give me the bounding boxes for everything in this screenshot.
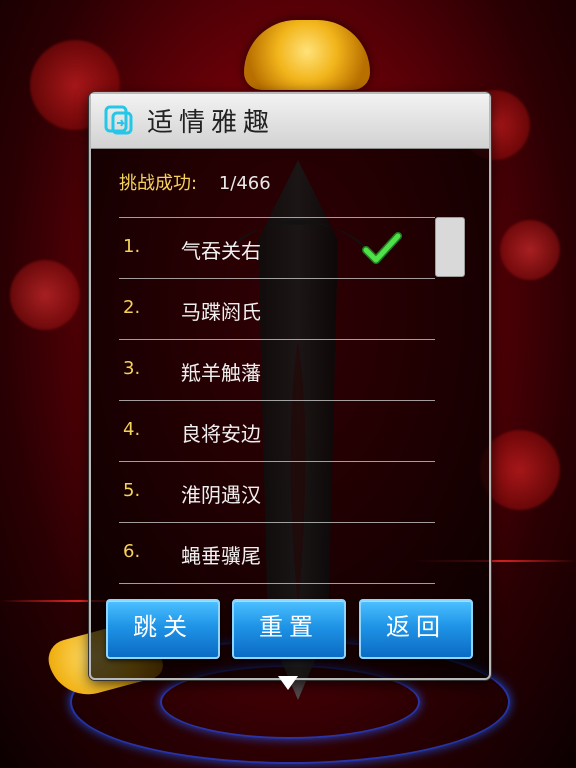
level-row[interactable]: 3. 羝羊触藩 [119,339,435,400]
level-index: 3. [123,358,141,379]
dialog-titlebar: 适情雅趣 [91,94,489,149]
level-name: 淮阴遇汉 [181,483,261,507]
skip-level-button[interactable]: 跳关 [106,599,220,659]
bokeh-light [480,430,560,510]
dialog-logo-icon [104,105,133,135]
scrollbar-thumb[interactable] [435,217,465,277]
level-index: 2. [123,297,141,318]
level-select-dialog: 适情雅趣 挑战成功: 1/466 1. 气吞关右 2. 马蹀阏氏 3. 羝羊触藩… [89,92,491,680]
back-button[interactable]: 返回 [359,599,473,659]
checkmark-icon [362,232,402,264]
level-row[interactable]: 5. 淮阴遇汉 [119,461,435,522]
level-index: 5. [123,480,141,501]
level-index: 4. [123,419,141,440]
stats-value: 1/466 [218,173,271,194]
level-name: 良将安边 [181,422,261,446]
list-scrollbar[interactable] [435,217,465,577]
level-index: 1. [123,236,141,257]
level-row[interactable]: 4. 良将安边 [119,400,435,461]
level-row[interactable]: 1. 气吞关右 [119,217,435,278]
bokeh-light [500,220,560,280]
level-row[interactable]: 2. 马蹀阏氏 [119,278,435,339]
level-name: 马蹀阏氏 [181,300,261,324]
level-name: 蝇垂骥尾 [181,544,261,568]
bokeh-light [10,260,80,330]
challenge-stats: 挑战成功: 1/466 [119,169,271,195]
triangle-down-icon [278,676,298,690]
level-name: 气吞关右 [181,239,261,263]
level-name: 羝羊触藩 [181,361,261,385]
dialog-title: 适情雅趣 [147,108,276,138]
level-list: 1. 气吞关右 2. 马蹀阏氏 3. 羝羊触藩 4. 良将安边 5. 淮阴遇汉 … [119,217,435,584]
reset-button[interactable]: 重置 [232,599,346,659]
level-index: 6. [123,541,141,562]
stats-label: 挑战成功: [119,173,198,194]
level-row[interactable]: 6. 蝇垂骥尾 [119,522,435,584]
